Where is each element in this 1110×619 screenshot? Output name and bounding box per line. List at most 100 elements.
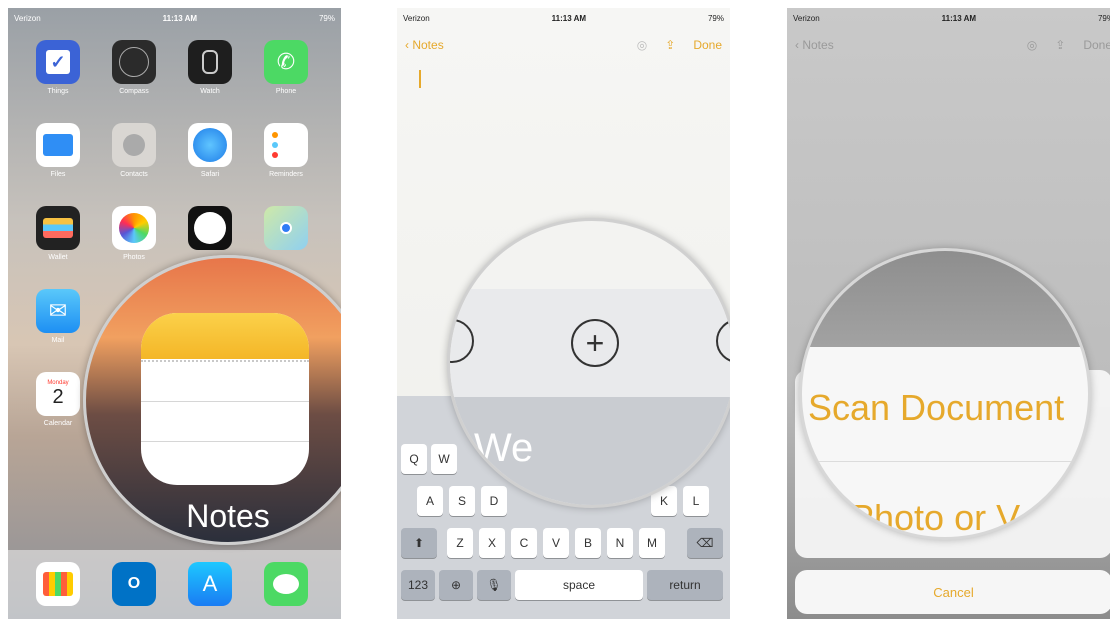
watch-icon: [188, 40, 232, 84]
app-compass[interactable]: Compass: [104, 40, 164, 95]
key-n[interactable]: N: [607, 528, 633, 558]
add-people-icon[interactable]: ◎: [1027, 38, 1037, 52]
photo-video-option[interactable]: Photo or V: [850, 497, 1020, 537]
app-maps[interactable]: [256, 206, 316, 250]
outlook-icon: O: [112, 562, 156, 606]
add-people-icon[interactable]: ◎: [637, 38, 647, 52]
app-files[interactable]: Files: [28, 123, 88, 178]
files-icon: [36, 123, 80, 167]
share-icon[interactable]: ⇪: [665, 38, 675, 52]
app-label: Reminders: [269, 171, 303, 178]
key-c[interactable]: C: [511, 528, 537, 558]
dock-app-messages[interactable]: [256, 562, 316, 606]
status-bar: Verizon 11:13 AM 79%: [787, 8, 1110, 28]
nav-bar: ‹ Notes ◎ ⇪ Done: [787, 30, 1110, 60]
messages-icon: [264, 562, 308, 606]
notes-label: Notes: [186, 498, 270, 534]
cancel-button[interactable]: Cancel: [795, 570, 1110, 614]
app-label: Safari: [200, 171, 220, 178]
calendar-date: 2: [52, 385, 64, 408]
wallet-icon: [36, 206, 80, 250]
notes-app-icon[interactable]: [141, 313, 309, 485]
divider: [802, 461, 1088, 462]
app-label: Watch: [200, 88, 220, 95]
clock: 11:13 AM: [941, 13, 977, 23]
delete-key[interactable]: ⌫: [687, 528, 723, 558]
prediction-word[interactable]: We: [474, 426, 533, 471]
app-label: Compass: [119, 88, 149, 95]
back-button[interactable]: ‹ Notes: [405, 38, 444, 52]
clock: 11:13 AM: [551, 13, 587, 23]
app-label: Mail: [51, 337, 65, 344]
app-wallet[interactable]: Wallet: [28, 206, 88, 261]
battery-label: 79%: [1097, 13, 1110, 23]
battery-label: 79%: [707, 13, 724, 23]
magnifier-plus: + We: [447, 218, 730, 508]
dimmed-background: [802, 251, 1088, 347]
calendar-grid-icon: [36, 562, 80, 606]
microphone-key[interactable]: 🎙: [477, 570, 511, 600]
phone-icon: ✆: [264, 40, 308, 84]
things-icon: ✓: [36, 40, 80, 84]
scan-document-option[interactable]: Scan Document: [808, 387, 1064, 429]
action-sheet-panel: Verizon 11:13 AM 79% ‹ Notes ◎ ⇪ Done Ca…: [787, 8, 1110, 619]
magnifier-scan: Scan Document Photo or V: [799, 248, 1091, 540]
photos-icon: [112, 206, 156, 250]
nav-bar: ‹ Notes ◎ ⇪ Done: [397, 30, 730, 60]
app-label: Calendar: [43, 420, 73, 427]
status-bar: Verizon 11:13 AM 79%: [397, 8, 730, 28]
clock: 11:13 AM: [162, 13, 198, 23]
dock-app-outlook[interactable]: O: [104, 562, 164, 606]
carrier-label: Verizon: [14, 13, 41, 23]
status-bar: Verizon 11:13 AM 79%: [8, 8, 341, 28]
notes-toolbar: +: [450, 289, 730, 397]
key-z[interactable]: Z: [447, 528, 473, 558]
app-watch[interactable]: Watch: [180, 40, 240, 95]
app-reminders[interactable]: Reminders: [256, 123, 316, 178]
app-mail[interactable]: ✉ Mail: [28, 289, 88, 344]
plus-icon[interactable]: +: [571, 319, 619, 367]
dock-app-fantastical[interactable]: [28, 562, 88, 606]
home-screen-panel: Verizon 11:13 AM 79% ✓ Things Compass Wa…: [8, 8, 341, 619]
reminders-icon: [264, 123, 308, 167]
numbers-key[interactable]: 123: [401, 570, 435, 600]
key-x[interactable]: X: [479, 528, 505, 558]
key-a[interactable]: A: [417, 486, 443, 516]
app-safari[interactable]: Safari: [180, 123, 240, 178]
done-button[interactable]: Done: [1083, 38, 1110, 52]
return-key[interactable]: return: [647, 570, 723, 600]
app-label: Contacts: [120, 171, 148, 178]
key-m[interactable]: M: [639, 528, 665, 558]
back-label: Notes: [802, 38, 834, 52]
key-b[interactable]: B: [575, 528, 601, 558]
app-label: Phone: [275, 88, 297, 95]
globe-key[interactable]: ⊕: [439, 570, 473, 600]
safari-icon: [188, 123, 232, 167]
tutorial-screenshot: Verizon 11:13 AM 79% ✓ Things Compass Wa…: [0, 0, 1110, 619]
app-phone[interactable]: ✆ Phone: [256, 40, 316, 95]
done-button[interactable]: Done: [693, 38, 722, 52]
key-q[interactable]: Q: [401, 444, 427, 474]
space-key[interactable]: space: [515, 570, 643, 600]
checklist-icon[interactable]: [450, 319, 474, 363]
app-photos[interactable]: Photos: [104, 206, 164, 261]
appstore-icon: A: [188, 562, 232, 606]
app-clock[interactable]: [180, 206, 240, 250]
shift-key[interactable]: ⬆: [401, 528, 437, 558]
calendar-icon: Monday 2: [36, 372, 80, 416]
app-things[interactable]: ✓ Things: [28, 40, 88, 95]
battery-label: 79%: [318, 13, 335, 23]
dock-app-appstore[interactable]: A: [180, 562, 240, 606]
app-label: Photos: [123, 254, 145, 261]
markup-icon[interactable]: [716, 319, 730, 363]
app-calendar[interactable]: Monday 2 Calendar: [28, 372, 88, 427]
back-button[interactable]: ‹ Notes: [795, 38, 834, 52]
carrier-label: Verizon: [793, 13, 820, 23]
magnifier-notes: Notes: [83, 255, 341, 545]
share-icon[interactable]: ⇪: [1055, 38, 1065, 52]
contacts-icon: [112, 123, 156, 167]
key-v[interactable]: V: [543, 528, 569, 558]
compass-icon: [112, 40, 156, 84]
dock: O A: [8, 550, 341, 619]
app-contacts[interactable]: Contacts: [104, 123, 164, 178]
